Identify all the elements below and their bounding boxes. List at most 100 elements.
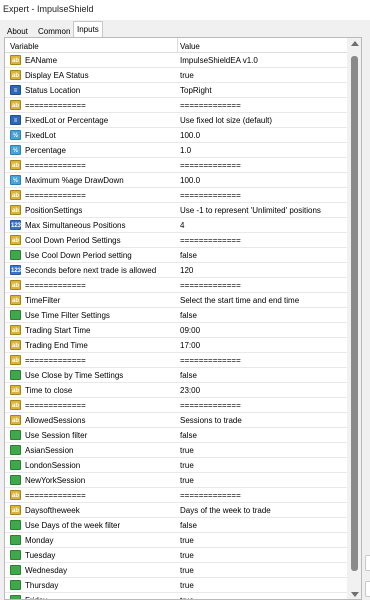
- variable-value[interactable]: 23:00: [180, 386, 200, 395]
- vertical-scrollbar[interactable]: [347, 38, 361, 599]
- variable-value[interactable]: true: [180, 566, 194, 575]
- variable-name: EAName: [25, 56, 58, 65]
- variable-value[interactable]: TopRight: [180, 86, 212, 95]
- variable-value[interactable]: Sessions to trade: [180, 416, 242, 425]
- variable-value[interactable]: 1.0: [180, 146, 191, 155]
- string-type-icon: ab: [10, 355, 21, 365]
- table-row[interactable]: ab TimeFilter Select the start time and en…: [5, 293, 347, 308]
- table-row[interactable]: LondonSession true: [5, 458, 347, 473]
- tab-strip: About Common Inputs: [0, 21, 370, 37]
- variable-value[interactable]: Select the start time and end time: [180, 296, 299, 305]
- variable-value[interactable]: 100.0: [180, 176, 200, 185]
- table-row[interactable]: AsianSession true: [5, 443, 347, 458]
- variable-value[interactable]: =============: [180, 161, 241, 170]
- variable-value[interactable]: =============: [180, 491, 241, 500]
- variable-value[interactable]: 09:00: [180, 326, 200, 335]
- side-button-lower[interactable]: [365, 581, 370, 597]
- variable-value[interactable]: false: [180, 431, 197, 440]
- table-row[interactable]: ≡ FixedLot or Percentage Use fixed lot siz…: [5, 113, 347, 128]
- variable-value[interactable]: =============: [180, 236, 241, 245]
- variable-value[interactable]: ImpulseShieldEA v1.0: [180, 56, 258, 65]
- variable-name: Wednesday: [25, 566, 68, 575]
- table-row[interactable]: Wednesday true: [5, 563, 347, 578]
- table-row[interactable]: ab ============= =============: [5, 398, 347, 413]
- table-row[interactable]: Monday true: [5, 533, 347, 548]
- variable-name: Thursday: [25, 581, 59, 590]
- table-row[interactable]: Use Cool Down Period setting false: [5, 248, 347, 263]
- variable-name: =============: [25, 281, 86, 290]
- variable-value[interactable]: false: [180, 521, 197, 530]
- variable-value[interactable]: 120: [180, 266, 193, 275]
- table-row[interactable]: ab ============= =============: [5, 188, 347, 203]
- table-row[interactable]: ab AllowedSessions Sessions to trade: [5, 413, 347, 428]
- scroll-down-icon[interactable]: [351, 592, 359, 597]
- variable-value[interactable]: =============: [180, 101, 241, 110]
- side-button-upper[interactable]: [365, 555, 370, 571]
- table-row[interactable]: ab EAName ImpulseShieldEA v1.0: [5, 53, 347, 68]
- variable-value[interactable]: =============: [180, 401, 241, 410]
- variable-value[interactable]: true: [180, 551, 194, 560]
- enum-type-icon: ≡: [10, 115, 21, 125]
- table-row[interactable]: ab Trading End Time 17:00: [5, 338, 347, 353]
- variable-value[interactable]: false: [180, 371, 197, 380]
- string-type-icon: ab: [10, 190, 21, 200]
- table-row[interactable]: Use Days of the week filter false: [5, 518, 347, 533]
- table-row[interactable]: ab ============= =============: [5, 278, 347, 293]
- table-row[interactable]: ½ Maximum %age DrawDown 100.0: [5, 173, 347, 188]
- table-row[interactable]: 123 Seconds before next trade is allowed 1…: [5, 263, 347, 278]
- bool-type-icon: [10, 310, 21, 320]
- bool-type-icon: [10, 550, 21, 560]
- table-row[interactable]: ab ============= =============: [5, 353, 347, 368]
- variable-value[interactable]: false: [180, 311, 197, 320]
- table-row[interactable]: Use Session filter false: [5, 428, 347, 443]
- table-row[interactable]: ½ FixedLot 100.0: [5, 128, 347, 143]
- table-row[interactable]: ab ============= =============: [5, 158, 347, 173]
- variable-value[interactable]: true: [180, 71, 194, 80]
- scroll-thumb[interactable]: [351, 56, 358, 571]
- variable-value[interactable]: =============: [180, 356, 241, 365]
- variable-value[interactable]: Use fixed lot size (default): [180, 116, 272, 125]
- variable-value[interactable]: 4: [180, 221, 184, 230]
- variable-value[interactable]: true: [180, 596, 194, 599]
- variable-value[interactable]: 17:00: [180, 341, 200, 350]
- variable-value[interactable]: false: [180, 251, 197, 260]
- table-row[interactable]: ab Time to close 23:00: [5, 383, 347, 398]
- table-row[interactable]: Tuesday true: [5, 548, 347, 563]
- variable-name: FixedLot or Percentage: [25, 116, 109, 125]
- table-row[interactable]: ab Trading Start Time 09:00: [5, 323, 347, 338]
- variable-value[interactable]: true: [180, 581, 194, 590]
- variable-value[interactable]: true: [180, 476, 194, 485]
- table-row[interactable]: ≡ Status Location TopRight: [5, 83, 347, 98]
- table-row[interactable]: Friday true: [5, 593, 347, 599]
- table-row[interactable]: ab ============= =============: [5, 98, 347, 113]
- column-divider[interactable]: [177, 38, 178, 53]
- variable-value[interactable]: =============: [180, 281, 241, 290]
- table-row[interactable]: 123 Max Simultaneous Positions 4: [5, 218, 347, 233]
- variable-value[interactable]: true: [180, 536, 194, 545]
- table-row[interactable]: NewYorkSession true: [5, 473, 347, 488]
- table-row[interactable]: Use Close by Time Settings false: [5, 368, 347, 383]
- variable-value[interactable]: true: [180, 446, 194, 455]
- table-row[interactable]: ab PositionSettings Use -1 to represent 'U…: [5, 203, 347, 218]
- tab-inputs[interactable]: Inputs: [73, 21, 103, 37]
- variable-value[interactable]: 100.0: [180, 131, 200, 140]
- tab-about[interactable]: About: [3, 23, 32, 37]
- table-row[interactable]: ab Daysoftheweek Days of the week to trade: [5, 503, 347, 518]
- table-row[interactable]: Thursday true: [5, 578, 347, 593]
- variable-name: Time to close: [25, 386, 73, 395]
- bool-type-icon: [10, 595, 21, 599]
- table-row[interactable]: ab Display EA Status true: [5, 68, 347, 83]
- variable-value[interactable]: =============: [180, 191, 241, 200]
- table-row[interactable]: Use Time Filter Settings false: [5, 308, 347, 323]
- header-variable[interactable]: Variable: [10, 42, 39, 51]
- variable-value[interactable]: true: [180, 461, 194, 470]
- string-type-icon: ab: [10, 325, 21, 335]
- tab-common[interactable]: Common: [34, 23, 74, 37]
- variable-value[interactable]: Use -1 to represent 'Unlimited' position…: [180, 206, 321, 215]
- table-row[interactable]: ½ Percentage 1.0: [5, 143, 347, 158]
- scroll-up-icon[interactable]: [351, 41, 359, 46]
- table-row[interactable]: ab Cool Down Period Settings =============: [5, 233, 347, 248]
- table-row[interactable]: ab ============= =============: [5, 488, 347, 503]
- variable-value[interactable]: Days of the week to trade: [180, 506, 271, 515]
- header-value[interactable]: Value: [180, 42, 200, 51]
